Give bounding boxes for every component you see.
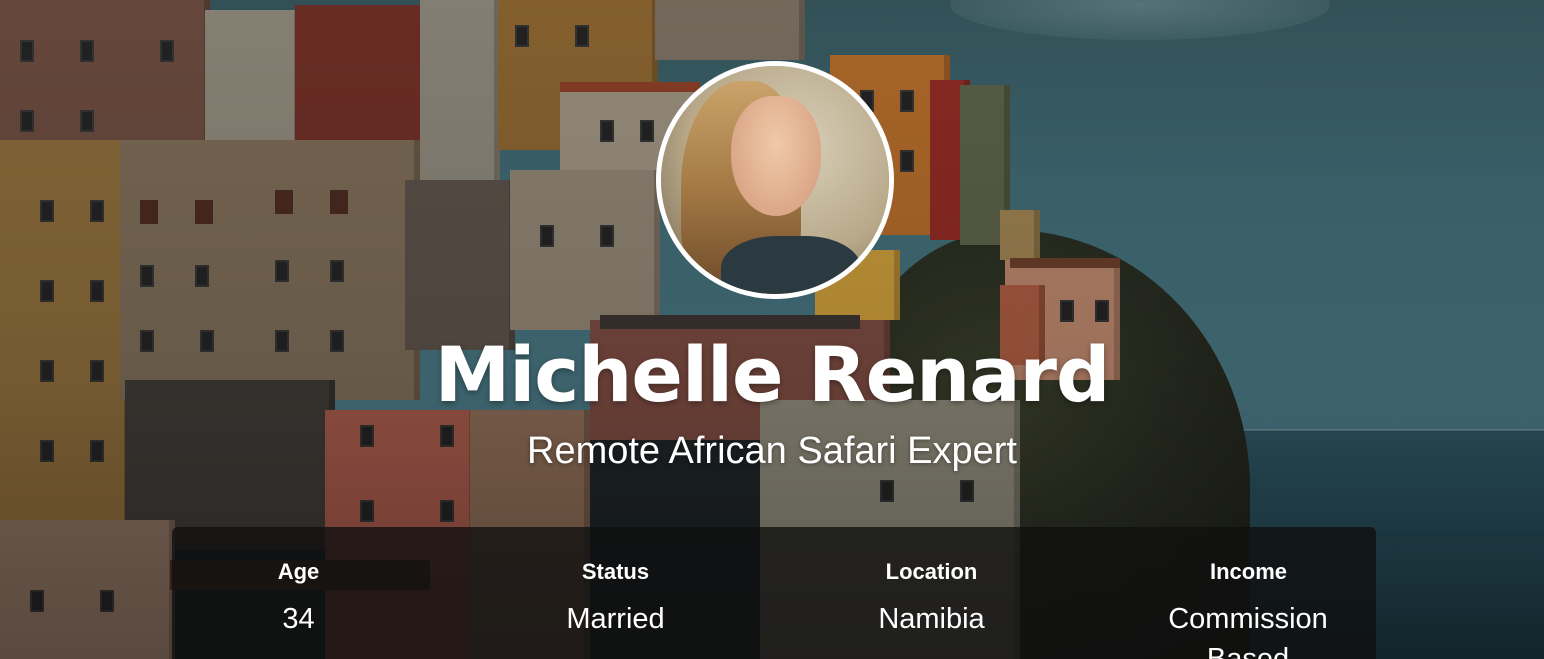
profile-avatar	[656, 61, 894, 299]
stat-value: Married	[566, 603, 665, 635]
stat-label: Status	[581, 559, 650, 584]
stat-value: 34	[282, 603, 315, 635]
stat-label: Income	[1209, 559, 1288, 584]
stat-value: Namibia	[878, 603, 985, 635]
stat-value: Commission Based	[1168, 603, 1328, 659]
stat-label: Age	[277, 559, 320, 584]
profile-name: Michelle Renard	[434, 330, 1111, 419]
profile-title: Remote African Safari Expert	[527, 430, 1017, 472]
stats-panel: Age 34 Status Married Location Namibia I…	[172, 527, 1376, 659]
profile-hero: Michelle Renard Remote African Safari Ex…	[0, 0, 1544, 659]
stat-label: Location	[885, 559, 978, 584]
